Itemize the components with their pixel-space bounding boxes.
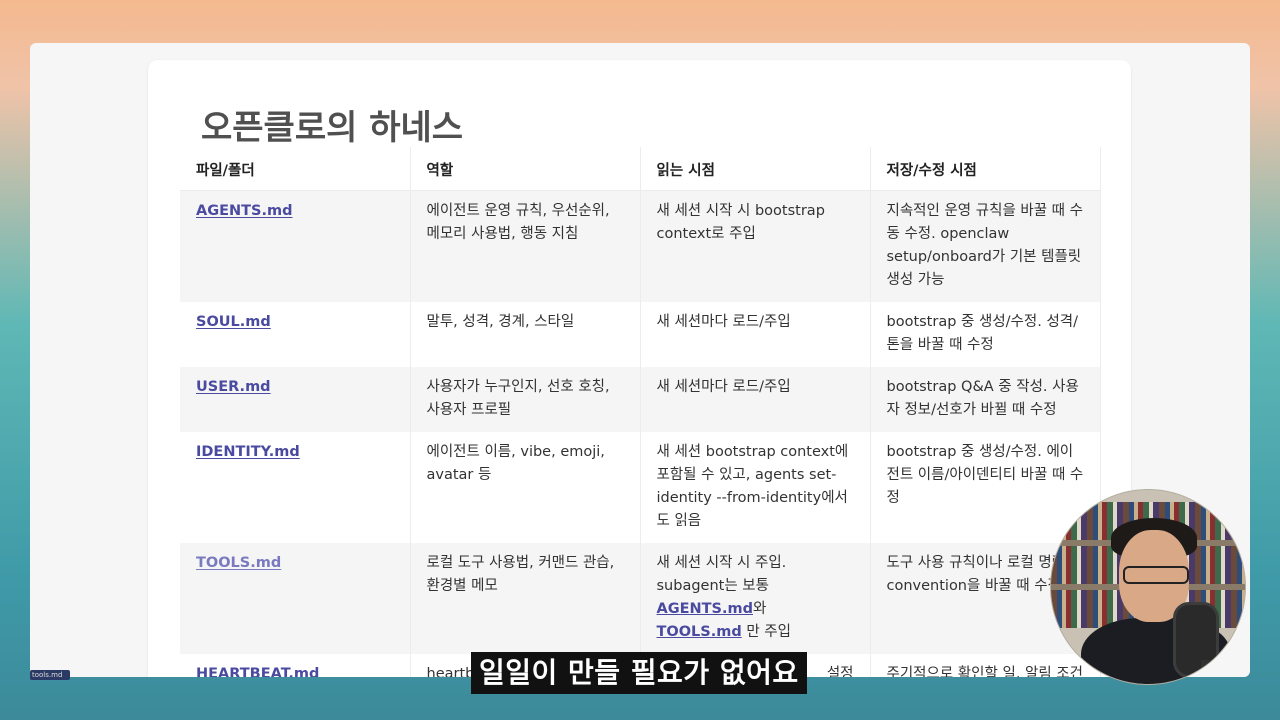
document-page: 오픈클로의 하네스 파일/폴더 역할 읽는 시점 저장/수정 시점 AGENTS… <box>148 60 1131 677</box>
file-link-tools[interactable]: TOOLS.md <box>196 555 281 571</box>
table-row: TOOLS.md 로컬 도구 사용법, 커맨드 관습, 환경별 메모 새 세션 … <box>180 543 1101 654</box>
microphone-icon <box>1173 602 1219 678</box>
cell-read-text: 만 주입 <box>746 624 791 640</box>
header-role: 역할 <box>410 147 641 191</box>
cell-read: 새 세션 시작 시 bootstrap context로 주입 <box>640 190 871 302</box>
cell-role: 사용자가 누구인지, 선호 호칭, 사용자 프로필 <box>410 367 641 432</box>
file-link-agents[interactable]: AGENTS.md <box>196 203 293 219</box>
cell-role: 에이전트 운영 규칙, 우선순위, 메모리 사용법, 행동 지침 <box>410 190 641 302</box>
cell-read: 새 세션 시작 시 주입. subagent는 보통 AGENTS.md와 TO… <box>640 543 871 654</box>
file-link-soul[interactable]: SOUL.md <box>196 314 271 330</box>
table-row: USER.md 사용자가 누구인지, 선호 호칭, 사용자 프로필 새 세션마다… <box>180 367 1101 432</box>
cell-read: 새 세션 bootstrap context에 포함될 수 있고, agents… <box>640 432 871 543</box>
cell-save: 주기적으로 확인할 일, 알림 조건 <box>870 654 1101 677</box>
glasses-icon <box>1123 566 1189 584</box>
cell-save: 지속적인 운영 규칙을 바꿀 때 수동 수정. openclaw setup/o… <box>870 190 1101 302</box>
cell-save: bootstrap Q&A 중 작성. 사용자 정보/선호가 바뀔 때 수정 <box>870 367 1101 432</box>
video-subtitle: 일일이 만들 필요가 없어요 <box>471 652 807 694</box>
header-read: 읽는 시점 <box>640 147 871 191</box>
harness-table: 파일/폴더 역할 읽는 시점 저장/수정 시점 AGENTS.md 에이전트 운… <box>180 147 1101 677</box>
cell-role: 로컬 도구 사용법, 커맨드 관습, 환경별 메모 <box>410 543 641 654</box>
cell-read-text: 새 세션 시작 시 주입. subagent는 보통 <box>656 555 787 594</box>
table-row: SOUL.md 말투, 성격, 경계, 스타일 새 세션마다 로드/주입 boo… <box>180 302 1101 367</box>
cell-save: bootstrap 중 생성/수정. 성격/톤을 바꿀 때 수정 <box>870 302 1101 367</box>
cell-read-text: 와 <box>753 601 767 617</box>
webcam-overlay <box>1050 489 1246 685</box>
cell-read: 새 세션마다 로드/주입 <box>640 367 871 432</box>
table-header-row: 파일/폴더 역할 읽는 시점 저장/수정 시점 <box>180 147 1101 191</box>
inline-link-tools[interactable]: TOOLS.md <box>657 624 742 640</box>
table-row: IDENTITY.md 에이전트 이름, vibe, emoji, avatar… <box>180 432 1101 543</box>
inline-link-agents[interactable]: AGENTS.md <box>657 601 754 617</box>
file-link-identity[interactable]: IDENTITY.md <box>196 444 300 460</box>
page-title: 오픈클로의 하네스 <box>201 108 464 148</box>
table-row: AGENTS.md 에이전트 운영 규칙, 우선순위, 메모리 사용법, 행동 … <box>180 190 1101 302</box>
header-save: 저장/수정 시점 <box>870 147 1101 191</box>
file-link-heartbeat[interactable]: HEARTBEAT.md <box>196 666 319 677</box>
file-link-user[interactable]: USER.md <box>196 379 271 395</box>
cell-read: 새 세션마다 로드/주입 <box>640 302 871 367</box>
cell-role: 에이전트 이름, vibe, emoji, avatar 등 <box>410 432 641 543</box>
header-file: 파일/폴더 <box>180 147 411 191</box>
mic-arm <box>1201 660 1211 684</box>
taskbar-item[interactable]: tools.md <box>30 670 70 680</box>
cell-role: 말투, 성격, 경계, 스타일 <box>410 302 641 367</box>
